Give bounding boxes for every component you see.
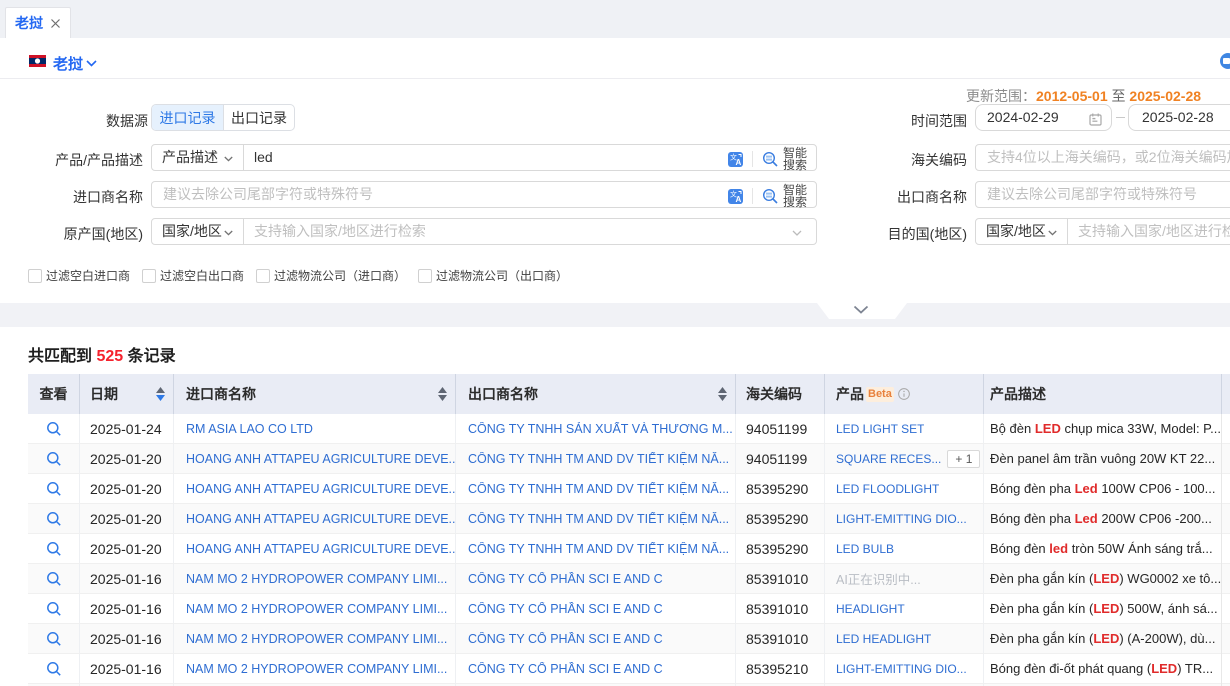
svg-text:A: A xyxy=(735,195,741,204)
svg-text:A: A xyxy=(735,158,741,167)
